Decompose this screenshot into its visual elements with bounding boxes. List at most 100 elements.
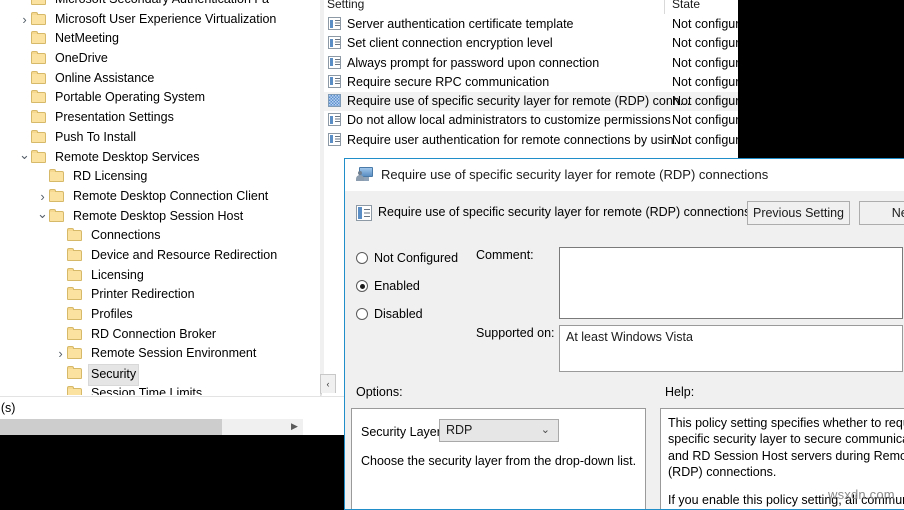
tab-scroll-left-icon[interactable]: ‹ [320,374,336,394]
tree-item-label: Online Assistance [52,69,157,89]
setting-state: Not configured [672,15,738,34]
tree-item-label: RD Licensing [70,167,150,187]
setting-name: Always prompt for password upon connecti… [347,56,599,70]
previous-setting-button[interactable]: Previous Setting [747,201,850,225]
tree-item-label: Portable Operating System [52,88,208,108]
folder-icon [31,130,47,143]
supported-on-label: Supported on: [476,326,555,340]
folder-icon [67,228,83,241]
policy-setting-icon [356,205,372,221]
tree-item-online-assistance[interactable]: Online Assistance [0,69,320,89]
column-header-setting[interactable]: Setting [327,0,364,11]
chevron-right-icon[interactable] [18,10,31,32]
security-layer-value: RDP [446,423,472,437]
dialog-title-bar[interactable]: Require use of specific security layer f… [345,159,904,191]
tree-item-profiles[interactable]: Profiles [0,305,320,325]
tree-item-rd-connection-broker[interactable]: RD Connection Broker [0,325,320,345]
help-label: Help: [665,385,694,399]
radio-not-configured[interactable]: Not Configured [356,251,458,265]
radio-enabled-label: Enabled [374,279,420,293]
settings-list-header: Setting State [324,0,738,15]
table-row[interactable]: Do not allow local administrators to cus… [324,111,738,130]
column-header-state[interactable]: State [672,0,700,11]
next-setting-button[interactable]: Next S [859,201,904,225]
tree-horizontal-scrollbar[interactable]: ▶ [0,418,303,435]
remote-desktop-icon [356,167,373,182]
setting-name: Require secure RPC communication [347,75,549,89]
tree-item-printer-redirection[interactable]: Printer Redirection [0,285,320,305]
tree-item-rd-licensing[interactable]: RD Licensing [0,167,320,187]
dialog-state-section: Not Configured Enabled Disabled Comment:… [345,239,904,377]
security-layer-dropdown[interactable]: RDP ⌄ [439,419,559,442]
tree-item-label: Printer Redirection [88,285,198,305]
policy-setting-icon [328,36,341,49]
table-row[interactable]: Require user authentication for remote c… [324,131,738,150]
tree-item-label: Device and Resource Redirection [88,246,280,266]
policy-tree[interactable]: Microsoft Secondary Authentication FaMic… [0,0,320,395]
tree-item-remote-session-environment[interactable]: Remote Session Environment [0,344,320,364]
table-row[interactable]: Always prompt for password upon connecti… [324,54,738,73]
tree-item-netmeeting[interactable]: NetMeeting [0,29,320,49]
folder-icon [67,287,83,300]
table-row[interactable]: Require use of specific security layer f… [324,92,738,111]
policy-tree-pane[interactable]: Microsoft Secondary Authentication FaMic… [0,0,320,395]
radio-not-configured-indicator[interactable] [356,252,368,264]
radio-disabled[interactable]: Disabled [356,307,423,321]
tree-item-portable-operating-system[interactable]: Portable Operating System [0,88,320,108]
tree-item-label: Remote Desktop Session Host [70,207,246,227]
setting-state: Not configured [672,34,738,53]
folder-icon [67,248,83,261]
tree-item-label: Microsoft User Experience Virtualization [52,10,279,30]
table-row[interactable]: Require secure RPC communicationNot conf… [324,73,738,92]
setting-name: Require user authentication for remote c… [347,133,684,147]
tree-hscroll-thumb[interactable] [0,418,222,435]
chevron-right-icon[interactable] [54,344,67,366]
options-panel: Security Layer RDP ⌄ Choose the security… [351,408,646,510]
tree-item-onedrive[interactable]: OneDrive [0,49,320,69]
chevron-down-icon[interactable]: ⌄ [541,420,550,441]
tree-item-licensing[interactable]: Licensing [0,266,320,286]
dialog-header-band: Require use of specific security layer f… [345,191,904,239]
scroll-right-icon[interactable]: ▶ [286,418,303,435]
tree-item-remote-desktop-session-host[interactable]: Remote Desktop Session Host [0,207,320,227]
tree-item-label: OneDrive [52,49,111,69]
comment-label: Comment: [476,248,534,262]
tree-item-presentation-settings[interactable]: Presentation Settings [0,108,320,128]
options-label: Options: [356,385,403,399]
tree-item-label: NetMeeting [52,29,122,49]
table-row[interactable]: Server authentication certificate templa… [324,15,738,34]
tree-item-remote-desktop-services[interactable]: Remote Desktop Services [0,148,320,168]
radio-enabled[interactable]: Enabled [356,279,420,293]
chevron-down-icon[interactable] [18,148,31,170]
help-line: This policy setting specifies whether to… [668,415,901,431]
radio-disabled-label: Disabled [374,307,423,321]
settings-list[interactable]: Server authentication certificate templa… [324,15,738,150]
radio-disabled-indicator[interactable] [356,308,368,320]
tree-item-session-time-limits[interactable]: Session Time Limits [0,384,320,395]
comment-textarea[interactable] [559,247,903,319]
policy-setting-icon [328,113,341,126]
tree-item-device-and-resource-redirection[interactable]: Device and Resource Redirection [0,246,320,266]
table-row[interactable]: Set client connection encryption levelNo… [324,34,738,53]
folder-icon [67,366,83,379]
radio-not-configured-label: Not Configured [374,251,458,265]
supported-on-textarea[interactable]: At least Windows Vista [559,325,903,372]
chevron-down-icon[interactable] [36,207,49,229]
policy-setting-icon [328,75,341,88]
folder-icon [31,0,47,5]
tree-item-push-to-install[interactable]: Push To Install [0,128,320,148]
tree-item-microsoft-user-experience-virtualization[interactable]: Microsoft User Experience Virtualization [0,10,320,30]
tree-item-microsoft-secondary-authentication-fa[interactable]: Microsoft Secondary Authentication Fa [0,0,320,10]
tree-item-remote-desktop-connection-client[interactable]: Remote Desktop Connection Client [0,187,320,207]
tree-item-label: Push To Install [52,128,139,148]
tree-item-label: Security [88,364,139,386]
tree-item-security[interactable]: Security [0,364,320,384]
folder-icon [49,189,65,202]
tree-item-connections[interactable]: Connections [0,226,320,246]
policy-setting-icon [328,133,341,146]
tree-item-label: Remote Session Environment [88,344,259,364]
setting-name: Server authentication certificate templa… [347,17,574,31]
radio-enabled-indicator[interactable] [356,280,368,292]
tree-item-label: Microsoft Secondary Authentication Fa [52,0,272,10]
tree-item-label: Remote Desktop Connection Client [70,187,271,207]
